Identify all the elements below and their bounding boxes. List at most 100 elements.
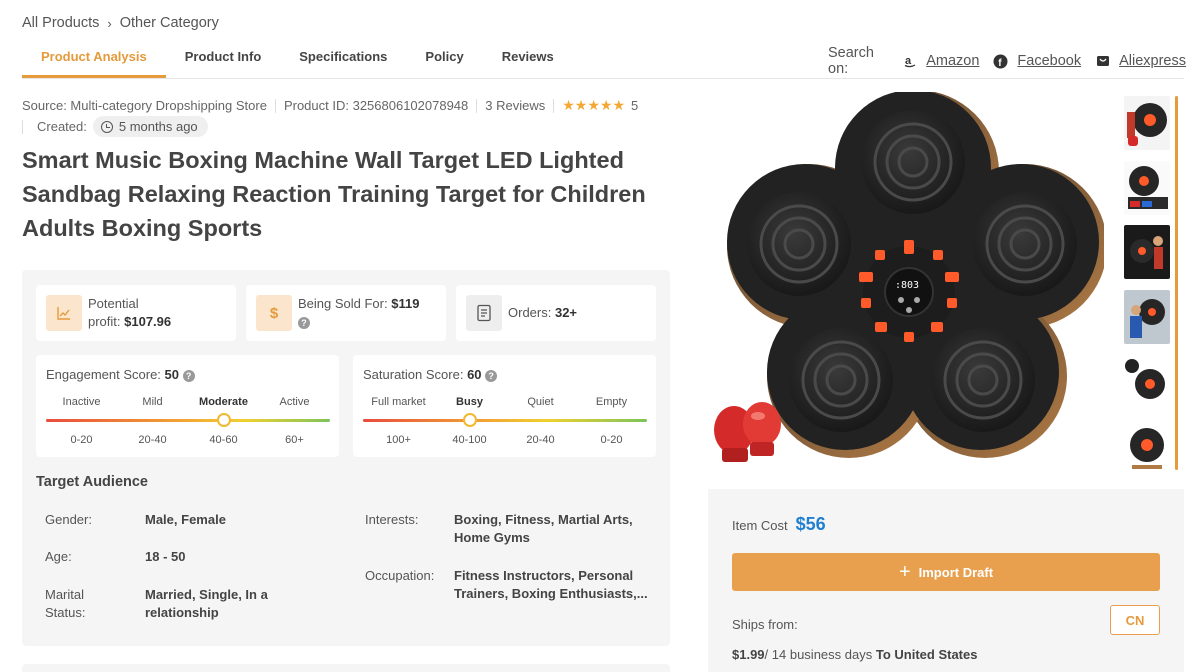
help-icon[interactable]: ? [298, 316, 310, 329]
profit-label-line-1: Potential [88, 296, 139, 311]
product-title: Smart Music Boxing Machine Wall Target L… [22, 147, 646, 241]
thumbnail-image-4[interactable] [1124, 289, 1170, 344]
help-icon[interactable]: ? [182, 369, 195, 382]
shipping-destination: To United States [875, 647, 978, 662]
engagement-range: 40-60 [209, 434, 238, 446]
clock-icon [100, 120, 113, 133]
occupation-value-line-1: Fitness Instructors, Personal [454, 568, 634, 583]
thumbnail-image-5[interactable] [1124, 354, 1170, 408]
occupation-label: Occupation: [365, 568, 435, 583]
engagement-value: 50 [164, 367, 179, 382]
marital-value-line-2: relationship [145, 605, 219, 620]
breadcrumb: All Products › Other Category [22, 15, 219, 31]
breadcrumb-current[interactable]: Other Category [120, 15, 219, 31]
target-audience-title: Target Audience [36, 474, 148, 490]
engagement-range: 20-40 [138, 434, 167, 446]
chart-line-icon [46, 295, 82, 331]
search-amazon-link[interactable]: a Amazon [902, 53, 979, 69]
saturation-title: Saturation Score: 60 ? [363, 367, 498, 382]
engagement-level: Mild [142, 396, 163, 408]
breadcrumb-all-products[interactable]: All Products [22, 15, 99, 31]
sold-for-text: Being Sold For: $119 ? [298, 295, 419, 331]
source-text: Source: Multi-category Dropshipping Stor… [22, 98, 267, 113]
plus-icon: + [898, 561, 911, 583]
profit-line-2: profit: $107.96 [88, 313, 171, 331]
thumbnail-image-3[interactable] [1124, 225, 1170, 279]
tab-reviews[interactable]: Reviews [483, 44, 573, 78]
tab-product-info[interactable]: Product Info [166, 44, 281, 78]
marital-status-value: Married, Single, In a relationship [145, 586, 268, 622]
tab-policy[interactable]: Policy [406, 44, 482, 78]
saturation-range: 20-40 [526, 434, 555, 446]
reviews-count[interactable]: 3 Reviews [485, 98, 545, 113]
facebook-icon: f [993, 54, 1008, 69]
gender-value: Male, Female [145, 512, 226, 527]
tab-bar: Product Analysis Product Info Specificat… [22, 44, 573, 78]
engagement-range: 60+ [285, 434, 304, 446]
engagement-marker [216, 413, 231, 427]
item-cost: Item Cost $56 [732, 514, 826, 535]
created-value: 5 months ago [118, 119, 198, 134]
saturation-label: Saturation Score: [363, 367, 464, 382]
tab-product-analysis[interactable]: Product Analysis [22, 44, 166, 78]
thumbnail-image-1[interactable] [1124, 96, 1170, 150]
divider [22, 119, 23, 134]
product-meta: Source: Multi-category Dropshipping Stor… [22, 97, 638, 114]
saturation-levels: Full market Busy Quiet Empty [363, 396, 647, 408]
age-label: Age: [45, 549, 72, 564]
interests-value-line-1: Boxing, Fitness, Martial Arts, [454, 512, 633, 527]
aliexpress-icon [1095, 54, 1110, 69]
engagement-level-current: Moderate [199, 396, 248, 408]
saturation-value: 60 [467, 367, 482, 382]
svg-text:a: a [905, 55, 912, 67]
search-facebook-link[interactable]: f Facebook [993, 53, 1081, 69]
import-draft-label: Import Draft [918, 564, 994, 580]
ships-from-cn-button[interactable]: CN [1110, 605, 1160, 635]
thumbnail-scrollbar[interactable] [1175, 96, 1178, 470]
engagement-scale-bar [46, 419, 330, 422]
amazon-icon: a [902, 54, 917, 69]
shipping-info: $1.99/ 14 business days To United States [732, 647, 977, 662]
engagement-ranges: 0-20 20-40 40-60 60+ [46, 434, 330, 446]
marital-label-line-1: Marital [45, 587, 85, 602]
aliexpress-link-label: Aliexpress [1119, 53, 1186, 69]
thumbnail-image-2[interactable] [1124, 160, 1170, 215]
engagement-score-card: Engagement Score: 50 ? Inactive Mild Mod… [36, 355, 339, 457]
engagement-title: Engagement Score: 50 ? [46, 367, 195, 382]
saturation-score-card: Saturation Score: 60 ? Full market Busy … [353, 355, 656, 457]
purchase-panel: Item Cost $56 + Import Draft Ships from:… [708, 489, 1184, 672]
led-display-text: :803 [895, 280, 919, 291]
orders-value: 32+ [554, 305, 578, 320]
thumbnail-image-6[interactable] [1124, 418, 1170, 473]
marital-value-line-1: Married, Single, In a [145, 587, 268, 602]
occupation-value: Fitness Instructors, Personal Trainers, … [454, 567, 648, 603]
search-aliexpress-link[interactable]: Aliexpress [1095, 53, 1186, 69]
item-cost-value: $56 [795, 514, 826, 534]
potential-profit-text: Potential profit: $107.96 [88, 295, 171, 331]
occupation-value-line-2: Trainers, Boxing Enthusiasts,... [454, 586, 648, 601]
age-value: 18 - 50 [145, 549, 186, 564]
divider [476, 98, 478, 113]
import-draft-button[interactable]: + Import Draft [732, 553, 1160, 591]
help-icon[interactable]: ? [485, 369, 498, 382]
created-badge: 5 months ago [92, 116, 208, 137]
shipping-price: $1.99 [732, 647, 765, 662]
orders-label: Orders: [508, 305, 552, 320]
interests-label: Interests: [365, 512, 419, 527]
interests-value-line-2: Home Gyms [454, 530, 530, 545]
tab-divider [22, 78, 1184, 79]
orders-text: Orders: 32+ [508, 304, 577, 322]
saturation-ranges: 100+ 40-100 20-40 0-20 [363, 434, 647, 446]
saturation-level: Empty [595, 396, 628, 408]
product-main-image[interactable]: :803 [712, 90, 1107, 476]
sold-for-line: Being Sold For: $119 [298, 295, 419, 313]
marital-label-line-2: Status: [45, 605, 86, 620]
saturation-range: 40-100 [452, 434, 487, 446]
divider [553, 98, 555, 113]
profit-value: $107.96 [124, 314, 172, 329]
tab-specifications[interactable]: Specifications [280, 44, 406, 78]
chevron-right-icon: › [107, 15, 112, 31]
potential-profit-card: Potential profit: $107.96 [36, 285, 236, 341]
next-panel [22, 664, 670, 672]
created-label: Created: [37, 119, 87, 134]
